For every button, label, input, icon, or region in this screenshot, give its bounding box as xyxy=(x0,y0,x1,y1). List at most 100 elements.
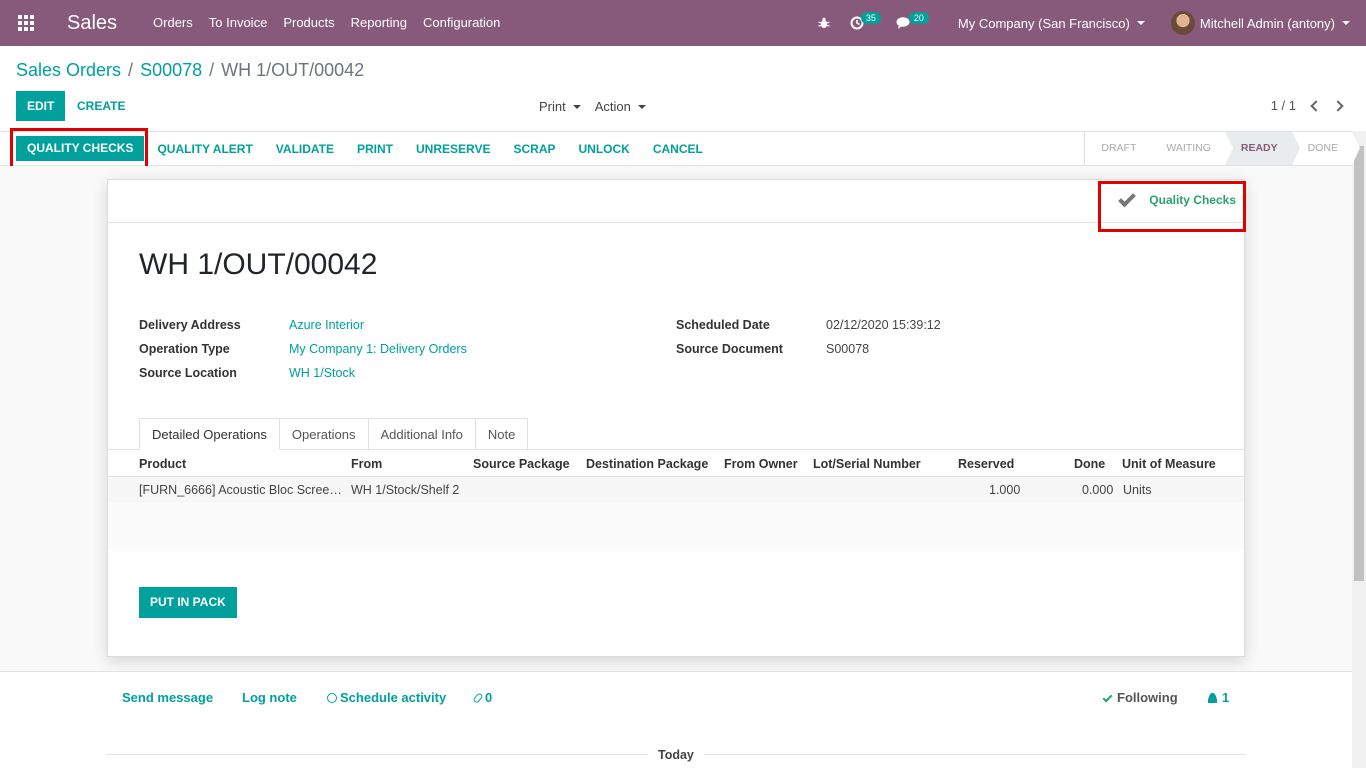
source-location-label: Source Location xyxy=(139,366,237,380)
edit-button[interactable]: EDIT xyxy=(16,91,66,121)
column-unit-of-measure[interactable]: Unit of Measure xyxy=(1122,457,1216,471)
chevron-down-icon xyxy=(572,104,581,109)
highlight-quality-checks-button xyxy=(10,128,148,170)
create-button[interactable]: CREATE xyxy=(77,99,125,113)
attachments-button[interactable]: 0 xyxy=(472,690,492,705)
activity-button[interactable]: 35 xyxy=(850,0,890,46)
table-row[interactable]: [FURN_6666] Acoustic Bloc Scree… WH 1/St… xyxy=(108,477,1244,502)
column-lot-serial[interactable]: Lot/Serial Number xyxy=(813,457,921,471)
menu-reporting[interactable]: Reporting xyxy=(343,0,415,46)
app-name: Sales xyxy=(67,11,118,34)
action-dropdown[interactable]: Action xyxy=(595,99,646,114)
stage-done: DONE xyxy=(1292,132,1361,165)
unlock-button[interactable]: UNLOCK xyxy=(579,142,630,156)
statusbar: QUALITY CHECKS QUALITY ALERT VALIDATE PR… xyxy=(0,131,1361,166)
row-reserved: 1.000 xyxy=(989,483,1021,497)
row-product: [FURN_6666] Acoustic Bloc Scree… xyxy=(139,483,342,497)
control-panel: Sales Orders / S00078 / WH 1/OUT/00042 E… xyxy=(0,46,1366,132)
scrap-button[interactable]: SCRAP xyxy=(513,142,555,156)
pager: 1 / 1 xyxy=(1271,98,1344,113)
record-title: WH 1/OUT/00042 xyxy=(139,248,378,281)
following-button[interactable]: Following xyxy=(1102,690,1178,705)
check-icon xyxy=(1102,692,1113,703)
scrollbar[interactable] xyxy=(1352,131,1366,768)
send-message-button[interactable]: Send message xyxy=(122,690,213,705)
messages-button[interactable]: 20 xyxy=(896,0,936,46)
activity-count-badge: 35 xyxy=(860,12,881,24)
avatar xyxy=(1170,11,1195,35)
menu-products[interactable]: Products xyxy=(275,0,342,46)
scheduled-date-value: 02/12/2020 15:39:12 xyxy=(826,318,941,332)
cancel-button[interactable]: CANCEL xyxy=(653,142,703,156)
stage-ready: READY xyxy=(1224,132,1300,165)
print-dropdown[interactable]: Print xyxy=(539,99,581,114)
table-header: Product From Source Package Destination … xyxy=(108,450,1244,477)
company-name: My Company (San Francisco) xyxy=(957,15,1130,31)
source-document-label: Source Document xyxy=(676,342,783,356)
paperclip-icon xyxy=(472,692,484,704)
source-location-value[interactable]: WH 1/Stock xyxy=(289,366,355,380)
log-note-button[interactable]: Log note xyxy=(242,690,297,705)
delivery-address-value[interactable]: Azure Interior xyxy=(289,318,364,332)
menu-orders[interactable]: Orders xyxy=(145,0,201,46)
smart-button-box: Quality Checks xyxy=(108,180,1244,223)
scheduled-date-label: Scheduled Date xyxy=(676,318,770,332)
unreserve-button[interactable]: UNRESERVE xyxy=(416,142,490,156)
breadcrumb-sale-order[interactable]: S00078 xyxy=(140,60,202,81)
source-document-value: S00078 xyxy=(826,342,870,356)
menu-to-invoice[interactable]: To Invoice xyxy=(201,0,276,46)
chevron-down-icon xyxy=(1342,21,1350,25)
date-separator-today: Today xyxy=(648,748,704,762)
breadcrumb: Sales Orders / S00078 / WH 1/OUT/00042 xyxy=(16,60,365,81)
column-reserved[interactable]: Reserved xyxy=(958,457,1014,471)
debug-icon[interactable] xyxy=(818,0,838,46)
stage-draft: DRAFT xyxy=(1085,132,1159,165)
operation-type-label: Operation Type xyxy=(139,342,230,356)
column-from-owner[interactable]: From Owner xyxy=(724,457,798,471)
pager-value[interactable]: 1 / 1 xyxy=(1271,98,1296,113)
row-from: WH 1/Stock/Shelf 2 xyxy=(351,483,460,497)
stage-pipeline: DRAFT WAITING READY DONE xyxy=(1084,132,1361,165)
user-menu[interactable]: Mitchell Admin (antony) xyxy=(1170,11,1350,35)
tab-operations[interactable]: Operations xyxy=(279,418,369,450)
tab-note[interactable]: Note xyxy=(475,418,529,450)
column-product[interactable]: Product xyxy=(139,457,186,471)
stage-waiting: WAITING xyxy=(1150,132,1233,165)
delivery-address-label: Delivery Address xyxy=(139,318,241,332)
chevron-left-icon[interactable] xyxy=(1310,99,1322,112)
menu-configuration[interactable]: Configuration xyxy=(415,0,508,46)
tab-additional-info[interactable]: Additional Info xyxy=(368,418,476,450)
row-done: 0.000 xyxy=(1082,483,1114,497)
chevron-down-icon xyxy=(1136,21,1145,25)
main-menu: Orders To Invoice Products Reporting Con… xyxy=(145,0,508,46)
put-in-pack-button[interactable]: PUT IN PACK xyxy=(139,587,237,618)
chevron-down-icon xyxy=(637,104,646,109)
validate-button[interactable]: VALIDATE xyxy=(276,142,334,156)
tab-detailed-operations[interactable]: Detailed Operations xyxy=(139,418,280,450)
chatter: Send message Log note Schedule activity … xyxy=(0,671,1352,768)
operation-type-value[interactable]: My Company 1: Delivery Orders xyxy=(289,342,467,356)
user-name: Mitchell Admin (antony) xyxy=(1199,15,1335,31)
notebook-tabs: Detailed Operations Operations Additiona… xyxy=(139,418,529,450)
apps-menu-icon[interactable] xyxy=(2,0,50,46)
breadcrumb-sales-orders[interactable]: Sales Orders xyxy=(16,60,121,81)
company-switcher[interactable]: My Company (San Francisco) xyxy=(958,16,1145,31)
clock-icon xyxy=(327,693,337,703)
column-from[interactable]: From xyxy=(351,457,382,471)
user-icon xyxy=(1208,693,1217,703)
schedule-activity-button[interactable]: Schedule activity xyxy=(327,690,446,705)
message-count-badge: 20 xyxy=(908,12,929,24)
column-done[interactable]: Done xyxy=(1074,457,1105,471)
row-uom: Units xyxy=(1123,483,1152,497)
print-button[interactable]: PRINT xyxy=(357,142,393,156)
followers-button[interactable]: 1 xyxy=(1208,690,1229,705)
scrollbar-thumb[interactable] xyxy=(1354,146,1364,581)
column-destination-package[interactable]: Destination Package xyxy=(586,457,708,471)
chevron-right-icon[interactable] xyxy=(1332,99,1344,112)
quality-alert-button[interactable]: QUALITY ALERT xyxy=(157,142,252,156)
form-sheet: Quality Checks WH 1/OUT/00042 Delivery A… xyxy=(107,179,1245,657)
breadcrumb-current: WH 1/OUT/00042 xyxy=(221,60,365,80)
column-source-package[interactable]: Source Package xyxy=(473,457,570,471)
highlight-quality-checks-smart-button xyxy=(1098,181,1246,232)
top-navbar: Sales Orders To Invoice Products Reporti… xyxy=(0,0,1366,46)
